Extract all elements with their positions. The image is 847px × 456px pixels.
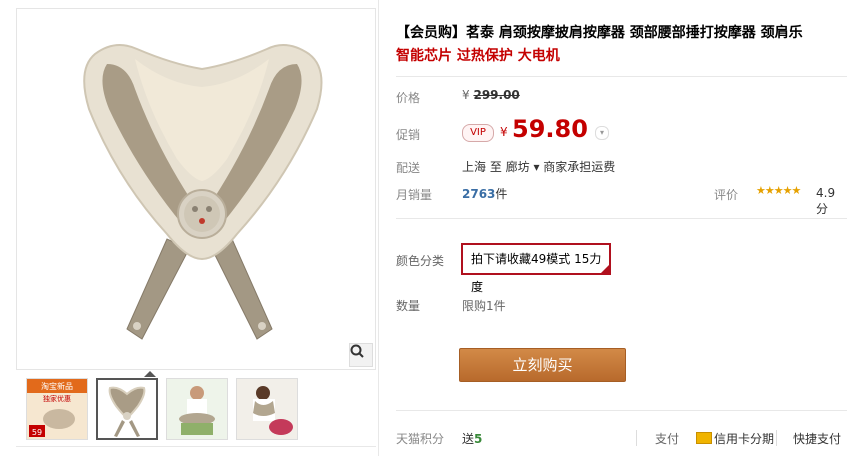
promo-line-2: 独家优惠 bbox=[43, 394, 71, 403]
selected-check-icon bbox=[600, 264, 610, 274]
rating-label: 评价 bbox=[714, 188, 739, 202]
shipping-label: 配送 bbox=[396, 161, 421, 175]
payment-label: 支付 bbox=[655, 432, 680, 446]
points-label: 天猫积分 bbox=[396, 432, 445, 446]
promo-price-currency: ¥ bbox=[500, 125, 508, 139]
promo-line-1: 淘宝新品 bbox=[41, 381, 73, 391]
promo-label: 促销 bbox=[396, 128, 421, 142]
vip-badge: VIP bbox=[462, 124, 494, 142]
promo-price-value: 59.80 bbox=[512, 115, 588, 143]
thumbnail-strip: 淘宝新品 独家优惠 59 bbox=[24, 371, 364, 442]
thumbnail-3[interactable] bbox=[166, 378, 228, 440]
thumbnail-4[interactable] bbox=[236, 378, 298, 440]
monthly-sales-unit: 件 bbox=[495, 187, 508, 201]
original-price: ¥ 299.00 bbox=[462, 88, 520, 102]
panel-divider bbox=[378, 0, 379, 456]
monthly-sales-value: 2763件 bbox=[462, 185, 507, 202]
footer-divider bbox=[396, 410, 847, 411]
original-price-value: 299.00 bbox=[473, 88, 520, 102]
product-title: 【会员购】茗泰 肩颈按摩披肩按摩器 颈部腰部捶打按摩器 颈肩乐 bbox=[396, 25, 803, 41]
quick-pay[interactable]: 快捷支付 bbox=[793, 430, 841, 447]
points-prefix: 送 bbox=[462, 432, 475, 446]
monthly-sales-label: 月销量 bbox=[396, 188, 433, 202]
gallery-bottom-divider bbox=[16, 446, 376, 447]
credit-card-icon bbox=[696, 432, 712, 444]
price-label: 价格 bbox=[396, 91, 421, 105]
chevron-down-icon[interactable]: ▾ bbox=[595, 126, 609, 140]
thumbnail-lifestyle-image bbox=[167, 379, 227, 439]
product-subtitle: 智能芯片 过热保护 大电机 bbox=[396, 48, 560, 64]
main-product-image[interactable] bbox=[16, 8, 376, 370]
monthly-sales-count: 2763 bbox=[462, 187, 496, 201]
original-price-currency: ¥ bbox=[462, 88, 470, 102]
product-info-panel: 【会员购】茗泰 肩颈按摩披肩按摩器 颈部腰部捶打按摩器 颈肩乐 智能芯片 过热保… bbox=[396, 0, 847, 456]
promo-price-tag: 59 bbox=[32, 428, 42, 437]
service-row: 天猫积分 送5 支付 信用卡分期 快捷支付 bbox=[396, 430, 847, 450]
shipping-text[interactable]: 上海 至 廊坊 ▾ 商家承担运费 bbox=[462, 158, 615, 175]
color-option-selected[interactable]: 拍下请收藏49模式 15力度 bbox=[461, 243, 611, 294]
thumbnail-lifestyle-image-2 bbox=[237, 379, 297, 439]
title-divider bbox=[396, 76, 847, 77]
points-value: 送5 bbox=[462, 430, 482, 447]
thumbnail-promo-image: 淘宝新品 独家优惠 59 bbox=[27, 379, 87, 439]
quantity-label: 数量 bbox=[396, 299, 421, 313]
color-option-label: 拍下请收藏49模式 15力度 bbox=[471, 252, 602, 294]
rating-stars: ★★★★★ bbox=[756, 184, 801, 197]
quantity-limit: 限购1件 bbox=[462, 299, 506, 313]
rating-score: 4.9分 bbox=[816, 186, 836, 216]
thumbnail-1[interactable]: 淘宝新品 独家优惠 59 bbox=[26, 378, 88, 440]
color-label: 颜色分类 bbox=[396, 254, 445, 268]
thumbnail-massager-image bbox=[98, 380, 156, 438]
zoom-icon[interactable] bbox=[349, 343, 373, 367]
sku-divider bbox=[396, 218, 847, 219]
thumbnail-2[interactable] bbox=[96, 378, 158, 440]
selected-thumb-indicator bbox=[144, 371, 156, 377]
buy-now-button[interactable]: 立刻购买 bbox=[459, 348, 626, 382]
points-number: 5 bbox=[474, 432, 483, 446]
payment-separator bbox=[636, 430, 637, 446]
credit-card-installment[interactable]: 信用卡分期 bbox=[714, 430, 774, 447]
neck-massager-image bbox=[83, 44, 323, 340]
payment-separator-2 bbox=[776, 430, 777, 446]
product-gallery: 淘宝新品 独家优惠 59 bbox=[16, 8, 376, 448]
